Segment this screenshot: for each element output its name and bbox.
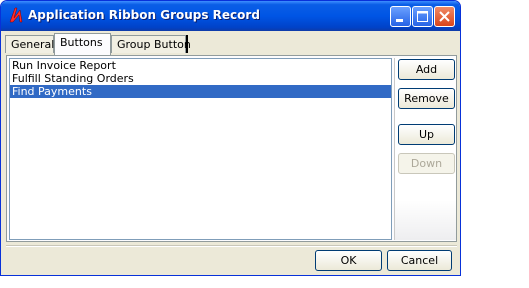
maximize-icon bbox=[417, 11, 428, 22]
app-logo-icon bbox=[9, 7, 23, 23]
ok-button[interactable]: OK bbox=[315, 250, 382, 271]
tab-panel: Run Invoice Report Fulfill Standing Orde… bbox=[6, 55, 457, 242]
dialog-window: Application Ribbon Groups Record General… bbox=[0, 0, 461, 276]
close-icon bbox=[439, 11, 450, 22]
tab-strip-edge bbox=[186, 35, 188, 53]
tab-group-button[interactable]: Group Button bbox=[111, 35, 191, 53]
buttons-list[interactable]: Run Invoice Report Fulfill Standing Orde… bbox=[9, 58, 392, 240]
title-bar[interactable]: Application Ribbon Groups Record bbox=[1, 1, 460, 31]
list-item[interactable]: Fulfill Standing Orders bbox=[10, 72, 391, 85]
footer-divider bbox=[6, 245, 457, 247]
add-button[interactable]: Add bbox=[398, 59, 455, 80]
tab-buttons[interactable]: Buttons bbox=[54, 33, 111, 55]
move-up-button[interactable]: Up bbox=[398, 124, 455, 145]
list-item-selected[interactable]: Find Payments bbox=[10, 85, 391, 98]
minimize-icon bbox=[396, 19, 403, 22]
maximize-button[interactable] bbox=[412, 6, 433, 27]
list-item[interactable]: Run Invoice Report bbox=[10, 59, 391, 72]
minimize-button[interactable] bbox=[390, 6, 411, 27]
close-button[interactable] bbox=[434, 6, 455, 27]
window-title: Application Ribbon Groups Record bbox=[28, 8, 260, 22]
tab-general[interactable]: General bbox=[5, 35, 54, 53]
tab-strip: General Buttons Group Button bbox=[4, 33, 456, 55]
move-down-button[interactable]: Down bbox=[398, 153, 455, 174]
cancel-button[interactable]: Cancel bbox=[387, 250, 452, 271]
button-column-background bbox=[395, 200, 456, 240]
remove-button[interactable]: Remove bbox=[398, 88, 455, 109]
button-column: Add Remove Up Down bbox=[394, 58, 456, 240]
